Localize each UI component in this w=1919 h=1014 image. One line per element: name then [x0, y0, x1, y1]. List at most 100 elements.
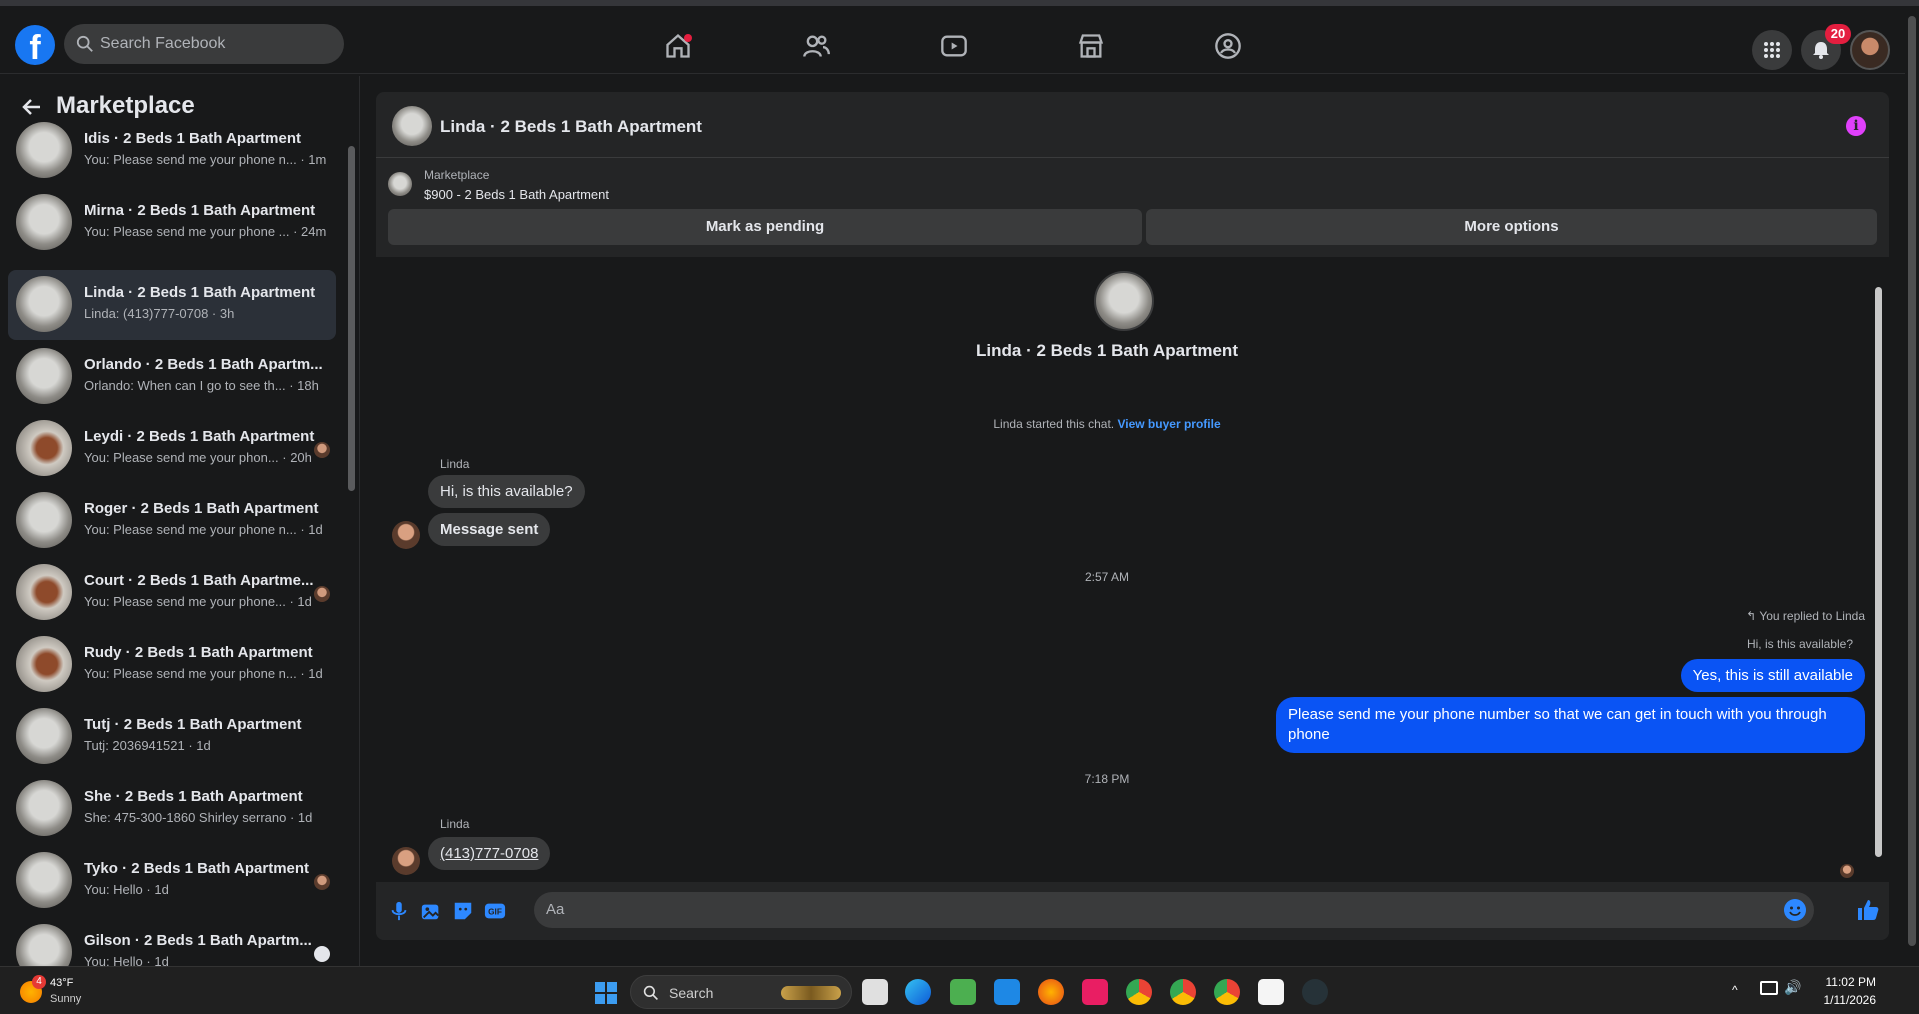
chat-header-title[interactable]: Linda · 2 Beds 1 Bath Apartment — [440, 117, 702, 137]
page-scrollbar-thumb[interactable] — [1908, 16, 1916, 946]
home-notification-dot — [684, 34, 692, 42]
listing-thumbnail — [16, 194, 72, 250]
outgoing-message[interactable]: Please send me your phone number so that… — [1276, 697, 1865, 753]
groups-icon[interactable] — [1214, 32, 1242, 60]
conversation-item[interactable]: Roger · 2 Beds 1 Bath Apartment You: Ple… — [8, 486, 336, 556]
page-scrollbar[interactable] — [1905, 6, 1919, 966]
clock-time[interactable]: 11:02 PM — [1800, 975, 1876, 989]
conversation-item[interactable]: Leydi · 2 Beds 1 Bath Apartment You: Ple… — [8, 414, 336, 484]
network-icon[interactable] — [1760, 981, 1778, 995]
chrome-profile-icon[interactable] — [1170, 979, 1196, 1005]
reply-arrow-icon: ↰ — [1746, 609, 1760, 623]
search-input[interactable]: Search Facebook — [64, 24, 344, 64]
sender-avatar[interactable] — [392, 521, 420, 549]
menu-grid-icon — [1764, 42, 1780, 58]
message-scrollbar-thumb[interactable] — [1875, 287, 1882, 857]
firefox-icon[interactable] — [1038, 979, 1064, 1005]
script-app-icon[interactable] — [994, 979, 1020, 1005]
chevron-up-icon[interactable]: ^ — [1732, 983, 1738, 997]
chrome-profile-2-icon[interactable] — [1214, 979, 1240, 1005]
chat-started-note: Linda started this chat. View buyer prof… — [376, 417, 1838, 431]
incoming-message[interactable]: Hi, is this available? — [428, 475, 585, 508]
account-avatar[interactable] — [1850, 30, 1890, 70]
menu-grid-button[interactable] — [1752, 30, 1792, 70]
conversation-preview: You: Please send me your phone n... · 1m — [84, 152, 327, 167]
conversation-item[interactable]: Court · 2 Beds 1 Bath Apartme... You: Pl… — [8, 558, 336, 628]
svg-text:GIF: GIF — [488, 908, 502, 917]
speedometer-icon[interactable] — [1302, 979, 1328, 1005]
sender-name: Linda — [440, 817, 470, 831]
info-icon[interactable]: i — [1846, 116, 1866, 136]
conversation-item[interactable]: Idis · 2 Beds 1 Bath Apartment You: Plea… — [8, 116, 336, 186]
conversation-preview: You: Please send me your phone ... · 24m — [84, 224, 327, 239]
more-options-button[interactable]: More options — [1146, 209, 1877, 245]
conversation-item[interactable]: Orlando · 2 Beds 1 Bath Apartm... Orland… — [8, 342, 336, 412]
file-explorer-icon[interactable] — [862, 979, 888, 1005]
message-input[interactable]: Aa — [534, 892, 1814, 928]
view-buyer-profile-link[interactable]: View buyer profile — [1117, 417, 1220, 431]
conversation-item[interactable]: Tutj · 2 Beds 1 Bath Apartment Tutj: 203… — [8, 702, 336, 772]
windows-taskbar: 4 43°F Sunny Search ^ 🔊 11:02 PM 1/11/20… — [0, 966, 1919, 1014]
search-highlight-image — [781, 986, 841, 1000]
mark-as-pending-button[interactable]: Mark as pending — [388, 209, 1142, 245]
conversation-preview: You: Please send me your phone... · 1d — [84, 594, 312, 609]
emoji-icon[interactable] — [1784, 899, 1806, 921]
conversation-item[interactable]: Rudy · 2 Beds 1 Bath Apartment You: Plea… — [8, 630, 336, 700]
conversation-title: Roger · 2 Beds 1 Bath Apartment — [84, 500, 319, 517]
marketplace-icon[interactable] — [1077, 32, 1105, 60]
incoming-message[interactable]: (413)777-0708 — [428, 837, 551, 870]
conversation-item[interactable]: Gilson · 2 Beds 1 Bath Apartm... You: He… — [8, 918, 336, 966]
photo-icon[interactable] — [420, 900, 442, 922]
conversation-title: Idis · 2 Beds 1 Bath Apartment — [84, 130, 301, 147]
listing-thumbnail — [16, 636, 72, 692]
facebook-logo[interactable]: f — [15, 25, 55, 67]
thumbs-up-icon[interactable] — [1856, 898, 1880, 922]
watch-icon[interactable] — [940, 32, 968, 60]
gif-icon[interactable]: GIF — [484, 900, 506, 922]
conversation-title: Orlando · 2 Beds 1 Bath Apartm... — [84, 356, 323, 373]
chrome-icon[interactable] — [1126, 979, 1152, 1005]
listing-thumbnail — [16, 924, 72, 966]
message-area: Linda · 2 Beds 1 Bath Apartment Linda st… — [376, 257, 1889, 882]
notepad-icon[interactable] — [1258, 979, 1284, 1005]
microphone-icon[interactable] — [388, 900, 410, 922]
listing-thumbnail — [16, 780, 72, 836]
clock-date[interactable]: 1/11/2026 — [1800, 993, 1877, 1007]
windows-start-icon[interactable] — [594, 981, 618, 1005]
snipping-tool-icon[interactable] — [1082, 979, 1108, 1005]
conversation-item[interactable]: Mirna · 2 Beds 1 Bath Apartment You: Ple… — [8, 188, 336, 258]
weather-condition[interactable]: Sunny — [50, 993, 81, 1005]
conversation-preview: You: Please send me your phone n... · 1d — [84, 666, 323, 681]
sender-avatar[interactable] — [392, 847, 420, 875]
reply-quote: Hi, is this available? — [1746, 637, 1853, 651]
conversation-title: Tutj · 2 Beds 1 Bath Apartment — [84, 716, 302, 733]
sidebar-scrollbar[interactable] — [346, 128, 356, 958]
listing-thumbnail — [16, 122, 72, 178]
weather-temperature[interactable]: 43°F — [50, 977, 73, 989]
conversation-preview: Orlando: When can I go to see th... · 18… — [84, 378, 319, 393]
sticker-icon[interactable] — [452, 900, 474, 922]
sheets-app-icon[interactable] — [950, 979, 976, 1005]
incoming-message[interactable]: Message sent — [428, 513, 551, 546]
conversation-item-active[interactable]: Linda · 2 Beds 1 Bath Apartment Linda: (… — [8, 270, 336, 340]
outgoing-message[interactable]: Yes, this is still available — [1680, 659, 1865, 692]
conversation-item[interactable]: She · 2 Beds 1 Bath Apartment She: 475-3… — [8, 774, 336, 844]
edge-icon[interactable] — [905, 979, 931, 1005]
search-placeholder: Search Facebook — [100, 35, 226, 52]
taskbar-search-label: Search — [669, 985, 714, 1001]
message-scrollbar[interactable] — [1872, 257, 1884, 882]
listing-mini-thumbnail[interactable] — [388, 172, 412, 196]
friends-icon[interactable] — [802, 32, 830, 60]
seen-avatar — [314, 874, 330, 890]
volume-icon[interactable]: 🔊 — [1784, 979, 1801, 996]
sidebar-scrollbar-thumb[interactable] — [348, 146, 355, 491]
conversation-title: She · 2 Beds 1 Bath Apartment — [84, 788, 303, 805]
conversation-item[interactable]: Tyko · 2 Beds 1 Bath Apartment You: Hell… — [8, 846, 336, 916]
taskbar-search[interactable]: Search — [630, 975, 852, 1009]
listing-price[interactable]: $900 - 2 Beds 1 Bath Apartment — [424, 187, 609, 202]
chat-header-thumbnail[interactable] — [392, 106, 432, 146]
conversation-preview: Tutj: 2036941521 · 1d — [84, 738, 211, 753]
timestamp: 7:18 PM — [1084, 772, 1130, 786]
listing-avatar-large — [1094, 271, 1154, 331]
conversation-title: Linda · 2 Beds 1 Bath Apartment — [84, 284, 316, 301]
